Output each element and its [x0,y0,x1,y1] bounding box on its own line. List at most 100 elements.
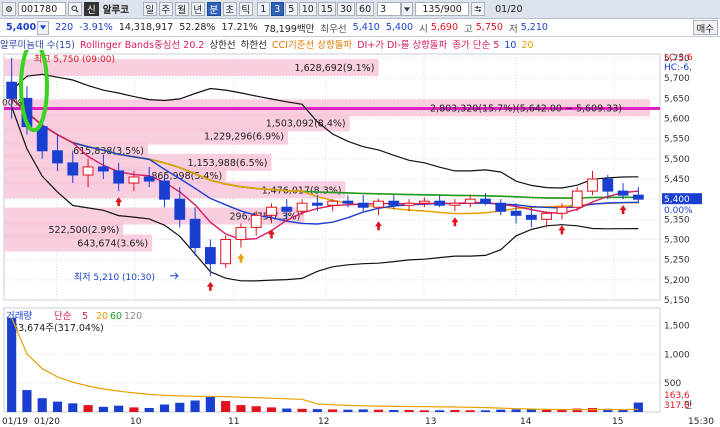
period-tab-3[interactable]: 년 [190,2,205,16]
open-label: 시 [419,23,428,35]
legend-item[interactable]: 종가 단순 5 [452,40,499,50]
price-change: 220 [55,22,74,33]
current-price: 5,400 [6,22,37,33]
period-tab-1[interactable]: 주 [158,2,173,16]
hc-tag: HC:-6, [664,63,692,73]
chevron-down-icon [404,6,411,12]
volume-profile-label: 2,803,320(15.7%)(5,642.00 ~ 5,609.33) [430,103,622,114]
price-axis-label: 5,700 [664,74,690,84]
legend-item[interactable]: 10 [504,40,516,50]
volume-bar [373,409,384,412]
minute-option-3[interactable]: 3 [270,2,284,16]
volume-ma-label: 단순 [54,311,72,322]
volume-bar [205,397,215,412]
volume-value: 14,318,917 [118,22,174,33]
volume-bar [83,405,93,412]
time-axis-label: 13 [425,417,436,427]
buy-button[interactable]: 매수 [692,20,718,35]
volume-bar [419,410,429,412]
legend-item[interactable]: 20 [521,40,533,50]
time-axis-label: 15 [612,417,623,427]
turnover-ratio: 17.21% [221,22,258,33]
volume-bar [465,410,475,412]
time-axis-label: 01/20 [34,417,60,427]
period-tab-4[interactable]: 분 [206,2,221,16]
left-pct-tag: 00% [2,98,22,108]
period-tab-2[interactable]: 월 [174,2,189,16]
legend-item[interactable]: 알루미늄대 수(15) [0,40,75,50]
volume-profile-label: 1,503,092(8.4%) [266,118,346,129]
minute-option-60[interactable]: 60 [356,2,375,16]
volume-bar [144,407,154,412]
chart-window: 001780 신 알루코 일주월년분초틱 1 3 5 10 15 30 60 3 135/9… [0,0,720,427]
volume-bar [266,407,277,412]
search-button[interactable] [68,2,82,16]
volume-bar [358,409,368,412]
stock-name: 알루코 [102,5,129,16]
legend-item[interactable]: DI+가 DI-를 상향돌파 [357,40,447,50]
price-axis-label: 5,350 [664,215,690,225]
volume-bar [22,390,32,412]
period-tab-0[interactable]: 일 [142,2,157,16]
volume-profile-label: 643,674(3.6%) [77,239,148,250]
volume-profile-label: 522,500(2.9%) [48,225,119,236]
legend-item[interactable]: CCI기준선 상향돌파 [272,40,352,50]
time-axis-label: 11 [228,417,239,427]
legend-item[interactable]: 하한선 [241,40,267,50]
volume-bar [450,409,460,412]
search-icon [71,5,79,13]
volume-bar [435,410,445,412]
price-axis-label: 5,300 [664,236,690,246]
candle-count[interactable]: 135/900 [415,2,470,16]
minute-option-10[interactable]: 10 [298,2,317,16]
time-axis-label: 12 [318,417,329,427]
chart-date[interactable]: 01/20 [493,2,524,16]
price-axis-label: 5,500 [664,155,690,165]
volume-bar [404,409,414,412]
interval-input[interactable]: 3 [377,2,402,16]
market-badge: 신 [84,2,99,16]
volume-bar [282,408,292,412]
time-axis-label: 01/19 [2,417,28,427]
volume-chart[interactable]: 1,5001,000500만거래량 단순 5 20 60 120163,674주(317.… [0,306,720,414]
low-annotation: 최저 5,210 (10:30) [74,272,155,283]
period-tab-6[interactable]: 틱 [238,2,253,16]
quote-bar: 5,400 220 -3.91% 14,318,917 52.28% 17.21… [0,19,720,37]
count-settings-button[interactable] [471,2,486,16]
minute-option-5[interactable]: 5 [284,2,298,16]
price-axis-label: 5,550 [664,135,690,145]
interval-dropdown[interactable] [401,2,414,16]
volume-info: 163,674주(317.04%) [6,323,104,334]
volume-bar [37,398,47,412]
price-dropdown[interactable] [37,20,50,35]
volume-axis-label: 1,500 [664,322,690,332]
period-tabs: 일주월년분초틱 [141,2,253,16]
legend-item[interactable]: 상한선 [209,40,235,50]
volume-bar [251,406,261,412]
volume-bar [236,405,246,412]
volume-bar [221,401,231,412]
volume-bar [328,409,338,412]
volume-bar [52,401,63,412]
stock-code-input[interactable]: 001780 [18,2,66,16]
legend-item[interactable]: Rollinger Bands중심선 20.2 [80,40,204,50]
volume-profile-label: 1,229,296(6.9%) [204,132,284,143]
volume-value-tag: 163,6 [664,391,690,401]
price-change-pct: -3.91% [79,22,113,33]
volume-bar [129,407,139,412]
minute-option-1[interactable]: 1 [256,2,270,16]
volume-axis-label: 1,000 [664,350,690,360]
chart-toolbar: 001780 신 알루코 일주월년분초틱 1 3 5 10 15 30 60 3 135/9… [0,0,720,19]
price-chart[interactable]: 5,7505,7005,6505,6005,5505,5005,4505,400… [0,50,720,305]
volume-bar [343,409,353,412]
chevron-down-icon [40,25,47,30]
time-axis-label: 15:30 [688,417,714,427]
low-price: 5,210 [520,22,548,33]
ask-price: 5,410 [352,22,380,33]
time-axis: 01/19 01/20 10 11 12 13 14 15 15:30 [0,414,720,427]
settings-button[interactable] [2,2,16,16]
period-tab-5[interactable]: 초 [222,2,237,16]
current-pct-tag: 0.00% [664,206,693,216]
minute-option-30[interactable]: 30 [336,2,356,16]
minute-option-15[interactable]: 15 [317,2,336,16]
